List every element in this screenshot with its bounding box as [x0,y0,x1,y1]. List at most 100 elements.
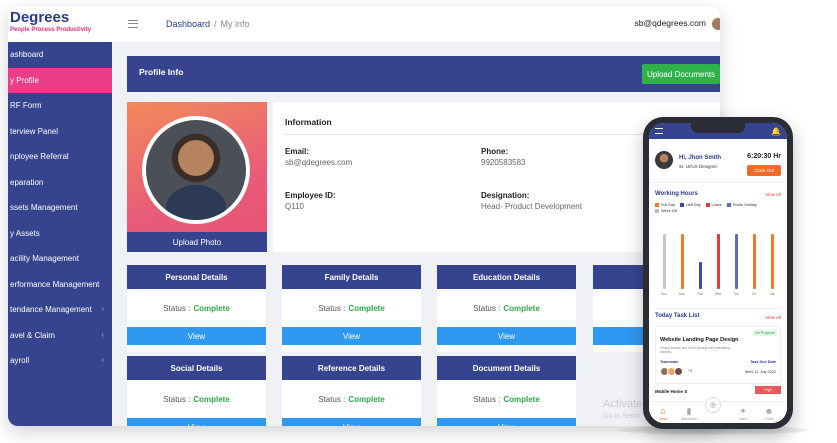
sidebar-item[interactable]: terview Panel [8,119,112,145]
sidebar-item[interactable]: ssets Management [8,195,112,221]
main-content: Profile Info Upload Documents Upload Pho… [112,42,720,426]
working-hours-bars [655,229,781,289]
chart-bar [698,262,702,289]
detail-card: Social DetailsStatus :CompleteView [127,356,266,426]
phone-greeting: Hi, Jhon Smith [679,155,721,161]
sidebar-item[interactable]: ashboard [8,42,112,68]
priority-badge: High [755,386,781,394]
chart-day-label: Mon [678,292,686,296]
detail-card-status: Status : Complete [437,380,576,418]
status-label: Status : [473,394,501,404]
sidebar-item-label: RF Form [10,101,42,111]
working-hours-view-all[interactable]: View All [765,192,781,197]
detail-card-title: Personal Details [127,265,266,289]
view-button[interactable]: View [127,418,266,426]
nav-icon: ☻ [764,406,774,416]
detail-card-status: Status : Complete [282,289,421,327]
profile-info-title: Profile Info [139,67,184,77]
working-hours-legend: Full Day Half Day Leave Public Holiday Week … [655,203,781,213]
chart-bar [770,233,774,289]
sidebar-item[interactable]: acility Management [8,246,112,272]
nav-label: Home [658,417,668,421]
designation-value: Head- Product Development [481,202,582,211]
chart-day-label: Thu [733,292,739,296]
nav-icon: ✦ [739,406,747,416]
sidebar-item-label: ssets Management [10,203,78,213]
user-avatar[interactable] [712,18,720,30]
detail-card-title: Reference Details [282,356,421,380]
chart-bar [752,233,756,289]
clock-out-button[interactable]: Clock Out [747,165,781,176]
sidebar-item[interactable]: RF Form [8,93,112,119]
view-button[interactable]: View [127,327,266,345]
status-value: Complete [348,394,385,404]
task-due-date: Wed, 11 July 2022 [744,370,776,374]
detail-card-title: Family Details [282,265,421,289]
chart-day-label: Fri [752,292,756,296]
sidebar-item[interactable]: nployee Referral [8,144,112,170]
nav-label: Profile [764,417,774,421]
nav-item[interactable]: ✦ Leave [731,406,755,421]
chevron-left-icon: ‹ [101,331,104,339]
phone-work-time: 6:20:30 Hr [747,153,781,160]
upload-documents-button[interactable]: Upload Documents [642,64,720,84]
chat-icon[interactable]: ◎ [705,397,721,413]
nav-icon: ▮ [686,406,692,416]
nav-item[interactable]: ▮ Attendance [677,406,701,421]
phone-avatar [655,151,673,169]
mobile-phone-mockup: 🔔 Hi, Jhon Smith Sr. UI/UX Designer 6:20… [643,117,793,429]
detail-card-title: Education Details [437,265,576,289]
sidebar: ashboard y Profile RF Form terview Panel npl… [8,42,112,426]
upload-photo-button[interactable]: Upload Photo [127,232,267,252]
sidebar-item[interactable]: erformance Management [8,272,112,298]
chart-day-label: Sun [661,292,667,296]
view-button[interactable]: View [437,418,576,426]
brand-name: Degrees [10,9,70,26]
legend-swatch [655,209,659,213]
phone-notch [691,123,745,133]
task-description: Simply dummy text of the printing and ty… [660,346,730,354]
information-title: Information [285,117,332,127]
sidebar-item[interactable]: avel & Claim ‹ [8,323,112,349]
detail-card-title: Social Details [127,356,266,380]
legend-label: Leave [711,203,722,207]
phone-menu-icon[interactable] [655,128,663,134]
nav-item[interactable]: ⌂ Home [651,406,675,421]
sidebar-item[interactable]: y Profile [8,67,112,93]
breadcrumb-dashboard[interactable]: Dashboard [166,19,210,29]
status-value: Complete [503,303,540,313]
status-value: Complete [193,303,230,313]
detail-card: Personal Details Status : Complete View [127,265,266,352]
profile-photo-card: Upload Photo [127,102,267,252]
sidebar-item-label: eparation [10,177,44,187]
sidebar-item[interactable]: y Assets [8,221,112,247]
chart-bar [662,233,666,289]
status-value: Complete [348,303,385,313]
view-button[interactable]: View [282,327,421,345]
detail-card: Reference DetailsStatus :CompleteView [282,356,421,426]
nav-item[interactable]: ☻ Profile [757,406,781,421]
chart-day-label: Wed [714,292,722,296]
task-card[interactable]: On Progress Website Landing Page Design … [655,326,781,384]
user-email[interactable]: sb@qdegrees.com [635,18,706,28]
teammate-avatar [674,367,683,376]
breadcrumb-current: My info [220,19,250,29]
brand-logo[interactable]: Degrees People Process Productivity [8,6,112,42]
profile-photo [146,120,246,220]
email-label: Email: [285,147,310,156]
view-button[interactable]: View [437,327,576,345]
sidebar-item-label: y Profile [10,75,39,85]
bell-icon[interactable]: 🔔 [771,127,781,136]
chart-day-label: Tue [697,292,703,296]
menu-toggle-icon[interactable] [128,20,138,28]
task-status-badge: On Progress [753,330,777,336]
sidebar-item[interactable]: tendance Management ‹ [8,297,112,323]
view-button[interactable]: View [282,418,421,426]
sidebar-item-label: erformance Management [10,279,100,289]
sidebar-item[interactable]: eparation [8,170,112,196]
legend-label: Week Off [661,209,677,213]
working-hours-chart: Sun Mon Tue Wed Thu Fri Sat [655,223,781,309]
stage: Degrees People Process Productivity Dash… [0,0,837,443]
sidebar-item[interactable]: ayroll ‹ [8,348,112,374]
tasks-view-all[interactable]: View All [765,315,781,320]
